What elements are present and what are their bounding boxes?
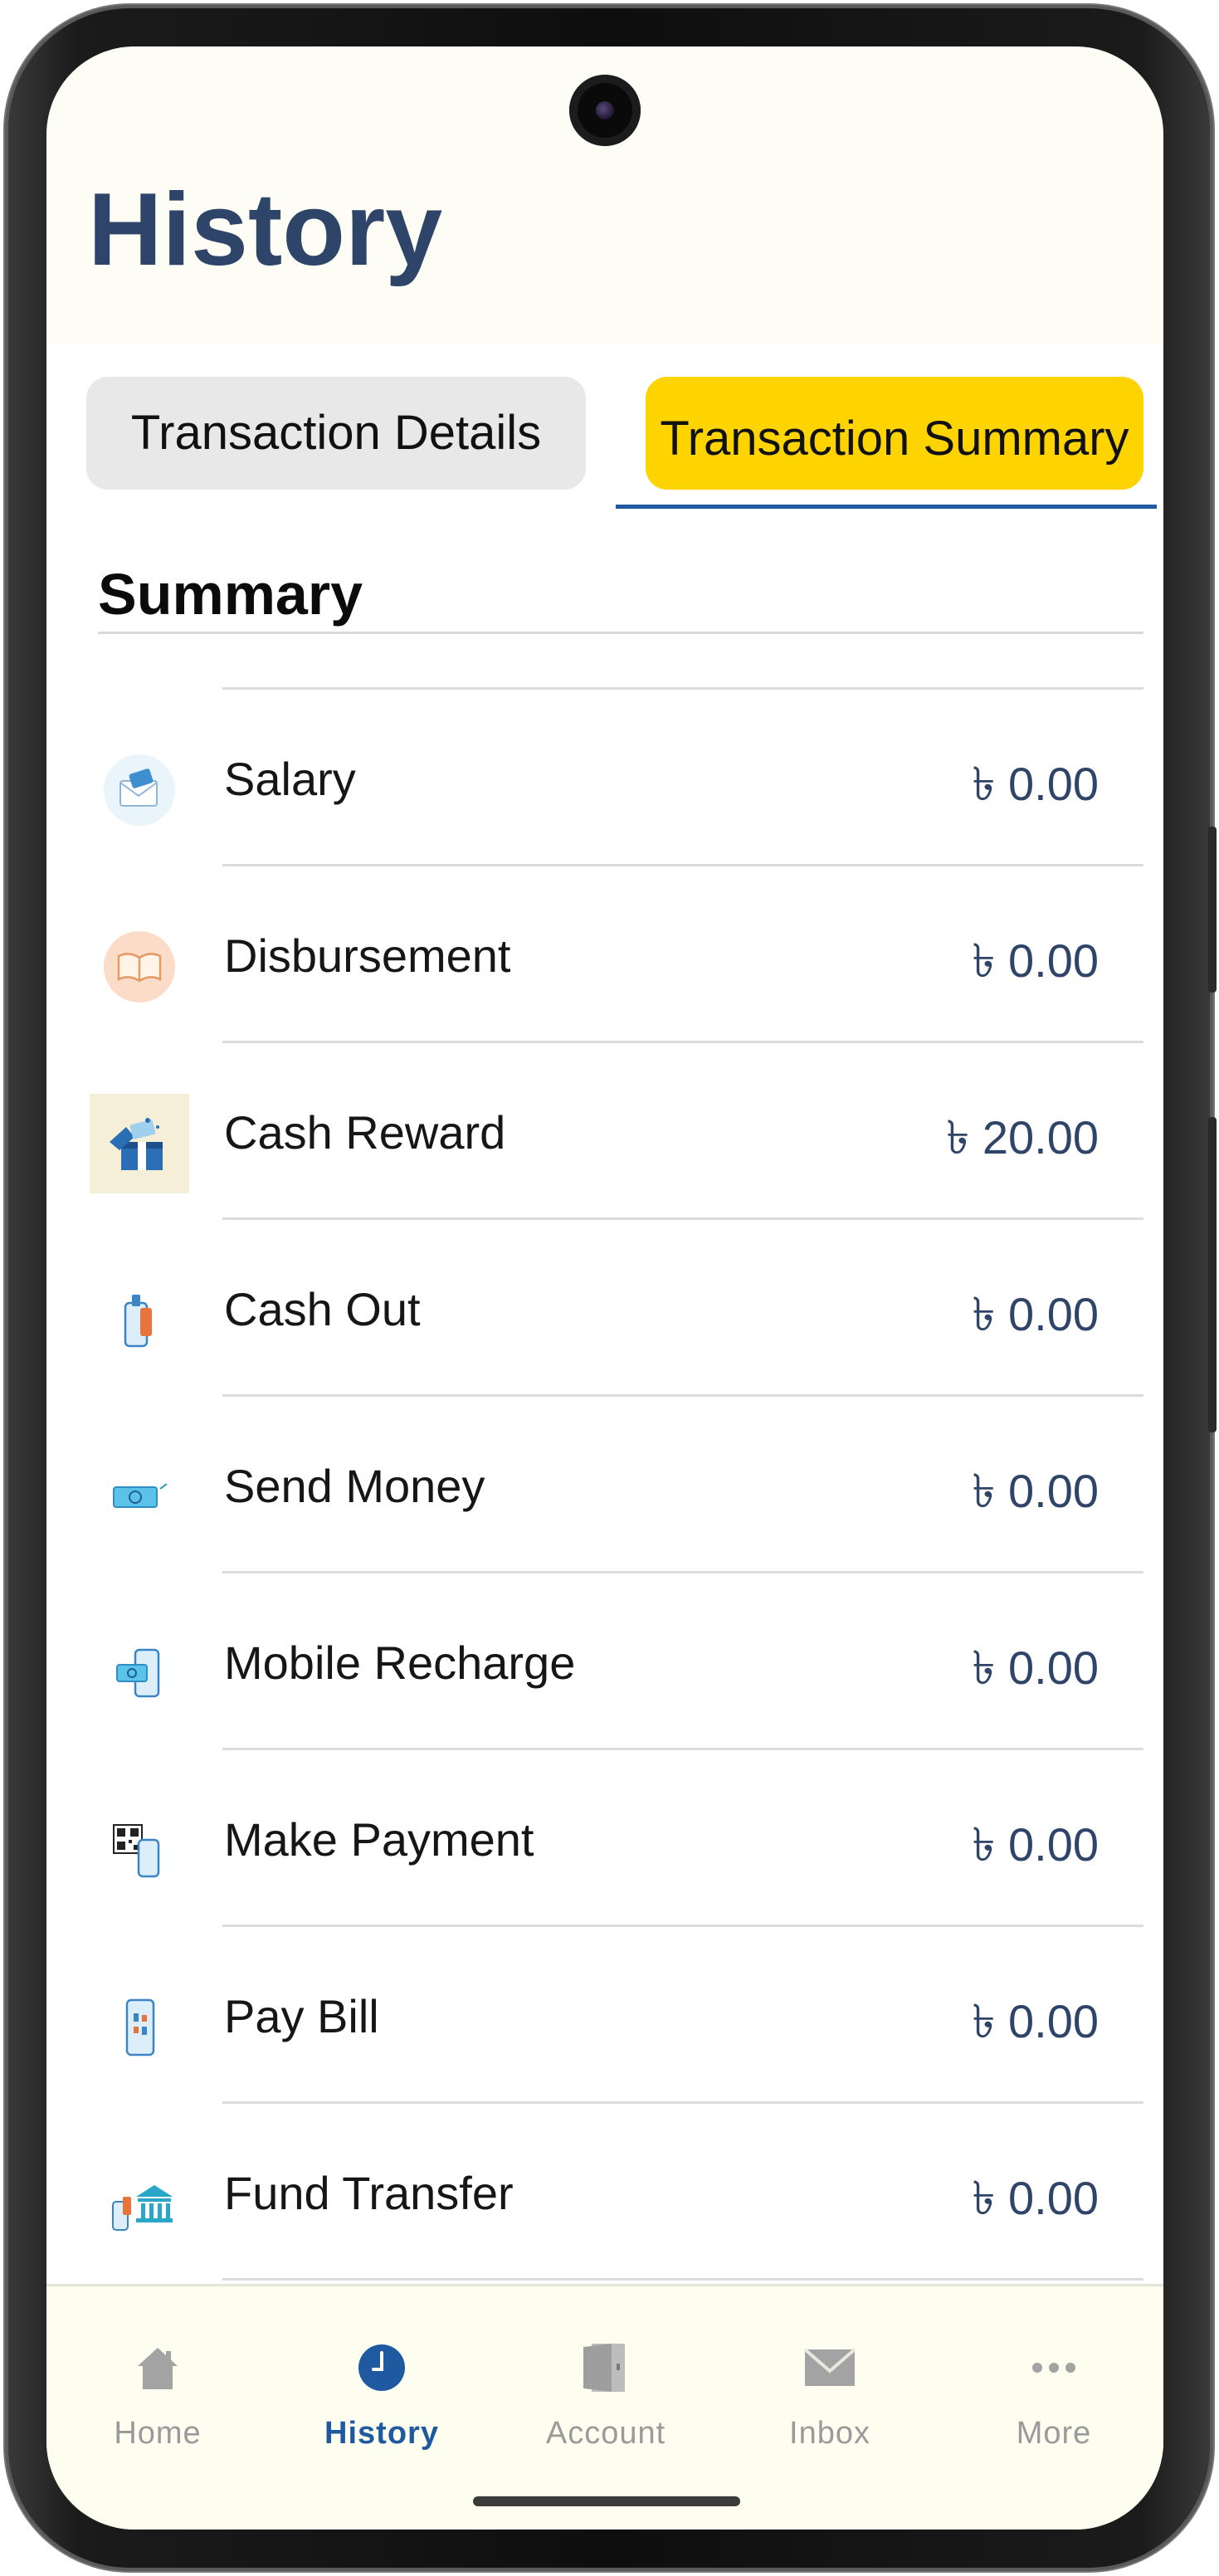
make-payment-label: Make Payment [224,1813,534,1866]
summary-divider [98,632,1143,634]
list-item[interactable]: Make Payment ৳ 0.00 [46,1748,1163,1925]
list-item[interactable]: Cash Out ৳ 0.00 [46,1217,1163,1394]
fund-transfer-bank-icon [90,2154,189,2254]
disbursement-amount: ৳ 0.00 [972,934,1099,987]
tab-transaction-details[interactable]: Transaction Details [86,377,586,490]
app-screen: History Transaction Details Transaction … [46,46,1163,2530]
cash-reward-amount: ৳ 20.00 [946,1111,1099,1164]
nav-home[interactable]: Home [75,2336,241,2469]
nav-account[interactable]: Account [523,2336,689,2469]
cash-reward-gift-icon [90,1094,189,1193]
tab-transaction-summary[interactable]: Transaction Summary [646,377,1143,490]
envelope-icon [798,2336,861,2399]
disbursement-label: Disbursement [224,929,511,982]
send-money-label: Send Money [224,1460,485,1512]
front-camera [569,75,641,146]
list-item[interactable]: Mobile Recharge ৳ 0.00 [46,1571,1163,1748]
cash-out-amount: ৳ 0.00 [972,1288,1099,1340]
row-divider [222,864,1143,866]
row-divider [222,1041,1143,1043]
power-button [1208,1117,1217,1432]
list-item[interactable]: Pay Bill ৳ 0.00 [46,1925,1163,2101]
cash-reward-label: Cash Reward [224,1106,506,1159]
volume-button [1208,827,1217,993]
home-icon [126,2336,189,2399]
account-door-icon [574,2336,637,2399]
list-item[interactable]: Disbursement ৳ 0.00 [46,864,1163,1041]
row-divider [222,1925,1143,1927]
clock-icon [350,2336,413,2399]
more-dots-icon [1022,2336,1085,2399]
make-payment-qr-icon [90,1801,189,1900]
cash-out-phone-icon [90,1271,189,1370]
summary-list: Salary ৳ 0.00 Disbursement ৳ 0.00 Cash R… [46,687,1163,2281]
row-divider [222,1571,1143,1573]
mobile-recharge-label: Mobile Recharge [224,1637,576,1689]
nav-home-label: Home [114,2416,202,2451]
make-payment-amount: ৳ 0.00 [972,1818,1099,1871]
send-money-amount: ৳ 0.00 [972,1465,1099,1517]
fund-transfer-amount: ৳ 0.00 [972,2172,1099,2224]
list-item[interactable]: Fund Transfer ৳ 0.00 [46,2101,1163,2278]
row-divider [222,1748,1143,1750]
mobile-recharge-amount: ৳ 0.00 [972,1642,1099,1694]
row-divider [222,1217,1143,1220]
nav-inbox[interactable]: Inbox [747,2336,913,2469]
pay-bill-phone-icon [90,1978,189,2077]
nav-history-label: History [324,2416,439,2451]
fund-transfer-label: Fund Transfer [224,2167,514,2219]
mobile-recharge-icon [90,1624,189,1724]
list-item[interactable]: Salary ৳ 0.00 [46,687,1163,864]
salary-label: Salary [224,753,356,805]
pay-bill-label: Pay Bill [224,1990,379,2042]
row-divider [222,2101,1143,2104]
page-title: History [88,173,443,287]
nav-more[interactable]: More [971,2336,1137,2469]
nav-inbox-label: Inbox [789,2416,870,2451]
active-tab-indicator [616,505,1157,509]
disbursement-book-icon [90,917,189,1017]
nav-account-label: Account [545,2416,666,2451]
row-divider [222,1394,1143,1397]
cash-out-label: Cash Out [224,1283,421,1335]
summary-heading: Summary [98,562,363,627]
bottom-navigation: Home History Account Inbox More [46,2284,1163,2530]
list-item[interactable]: Send Money ৳ 0.00 [46,1394,1163,1571]
salary-envelope-icon [90,740,189,840]
pay-bill-amount: ৳ 0.00 [972,1995,1099,2047]
home-indicator[interactable] [473,2496,740,2506]
list-footer [46,2278,1163,2281]
list-item[interactable]: Cash Reward ৳ 20.00 [46,1041,1163,1217]
salary-amount: ৳ 0.00 [972,758,1099,810]
row-divider [222,687,1143,690]
send-money-note-icon [90,1447,189,1547]
row-divider [222,2278,1143,2281]
nav-more-label: More [1016,2416,1092,2451]
nav-history[interactable]: History [299,2336,465,2469]
